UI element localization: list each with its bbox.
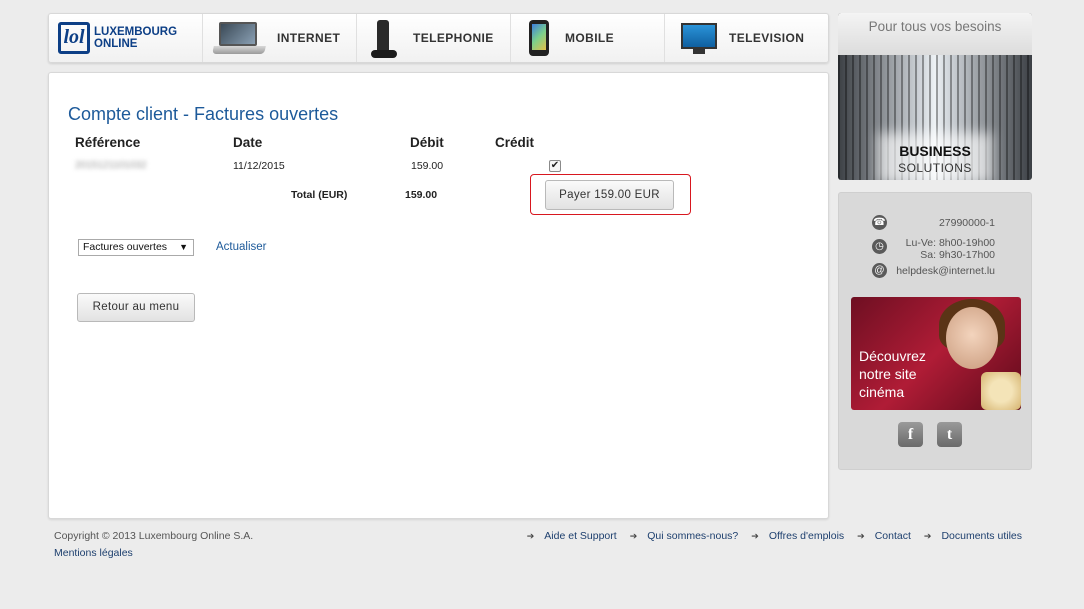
arrow-right-icon: ➔ bbox=[923, 531, 932, 541]
footer-legal-link[interactable]: Mentions légales bbox=[54, 547, 133, 559]
banner-title: BUSINESS bbox=[899, 143, 971, 159]
pay-button[interactable]: Payer 159.00 EUR bbox=[545, 180, 674, 210]
column-header-date: Date bbox=[233, 135, 263, 150]
nav-item-label: INTERNET bbox=[277, 31, 341, 45]
nav-item-label: MOBILE bbox=[565, 31, 615, 45]
invoice-filter-value: Factures ouvertes bbox=[83, 241, 168, 253]
footer-copyright: Copyright © 2013 Luxembourg Online S.A. bbox=[54, 530, 254, 542]
nav-item-television[interactable]: TELEVISION bbox=[665, 14, 828, 62]
facebook-icon[interactable]: f bbox=[898, 422, 923, 447]
contact-box: ☎ 27990000-1 ◷ Lu-Ve: 8h00-19h00 Sa: 9h3… bbox=[838, 192, 1032, 470]
arrow-right-icon: ➔ bbox=[857, 531, 865, 541]
nav-item-label: TELEVISION bbox=[729, 31, 805, 45]
total-label: Total (EUR) bbox=[291, 189, 348, 201]
dropdown-arrow-icon: ▼ bbox=[179, 242, 188, 252]
footer-link-label: Aide et Support bbox=[544, 530, 617, 542]
nav-item-internet[interactable]: INTERNET bbox=[203, 14, 357, 62]
luxembourg-online-logo[interactable]: lol LUXEMBOURG ONLINE bbox=[49, 14, 203, 62]
nav-item-label: TELEPHONIE bbox=[413, 31, 494, 45]
arrow-right-icon: ➔ bbox=[629, 531, 638, 541]
cinema-line2: notre site bbox=[859, 366, 917, 382]
arrow-right-icon: ➔ bbox=[526, 531, 535, 541]
logo-mark: lol bbox=[58, 22, 90, 54]
refresh-link[interactable]: Actualiser bbox=[216, 241, 267, 253]
at-sign-icon: @ bbox=[872, 263, 887, 278]
invoice-debit: 159.00 bbox=[411, 160, 444, 172]
business-solutions-banner[interactable]: Pour tous vos besoins BUSINESS SOLUTIONS bbox=[838, 13, 1032, 180]
total-value: 159.00 bbox=[405, 189, 438, 201]
invoice-select-checkbox[interactable]: ✔ bbox=[549, 160, 561, 172]
laptop-icon bbox=[212, 19, 267, 57]
mobile-icon bbox=[525, 19, 553, 57]
page-title: Compte client - Factures ouvertes bbox=[68, 104, 339, 124]
hours-saturday: Sa: 9h30-17h00 bbox=[920, 249, 995, 261]
banner-subtitle: SOLUTIONS bbox=[898, 161, 972, 175]
arrow-right-icon: ➔ bbox=[751, 531, 759, 541]
main-panel: Compte client - Factures ouvertes Référe… bbox=[48, 72, 829, 519]
logo-line2: ONLINE bbox=[94, 38, 138, 50]
footer-link-label: Documents utiles bbox=[941, 530, 1022, 542]
cinema-promo-text: Découvrez notre site cinéma bbox=[859, 347, 926, 401]
footer-link-label: Qui sommes-nous? bbox=[647, 530, 739, 542]
contact-hours: Lu-Ve: 8h00-19h00 Sa: 9h30-17h00 bbox=[906, 237, 995, 261]
back-to-menu-button[interactable]: Retour au menu bbox=[77, 293, 195, 322]
popcorn-icon bbox=[981, 372, 1021, 410]
woman-face bbox=[946, 307, 998, 369]
cinema-promo-banner[interactable]: Découvrez notre site cinéma bbox=[851, 297, 1021, 410]
cinema-line1: Découvrez bbox=[859, 348, 926, 364]
tv-icon bbox=[681, 20, 719, 56]
logo-line1: LUXEMBOURG bbox=[94, 26, 178, 38]
footer-link-contact[interactable]: ➔ Contact bbox=[857, 530, 911, 542]
clock-icon: ◷ bbox=[872, 239, 887, 254]
footer-link-support[interactable]: ➔ Aide et Support bbox=[527, 530, 617, 542]
invoice-reference: 2015121101032 bbox=[75, 160, 147, 171]
contact-email[interactable]: helpdesk@internet.lu bbox=[896, 265, 995, 277]
footer-link-jobs[interactable]: ➔ Offres d'emplois bbox=[751, 530, 844, 542]
footer-link-documents[interactable]: ➔ Documents utiles bbox=[924, 530, 1022, 542]
twitter-icon[interactable]: t bbox=[937, 422, 962, 447]
invoice-date: 11/12/2015 bbox=[233, 160, 285, 172]
nav-item-telephonie[interactable]: TELEPHONIE bbox=[357, 14, 511, 62]
nav-item-mobile[interactable]: MOBILE bbox=[511, 14, 665, 62]
banner-tagline: Pour tous vos besoins bbox=[868, 19, 1002, 34]
column-header-reference: Référence bbox=[75, 135, 141, 150]
invoice-filter-select[interactable]: Factures ouvertes ▼ bbox=[78, 239, 194, 256]
phone-icon: ☎ bbox=[872, 215, 887, 230]
footer-link-about[interactable]: ➔ Qui sommes-nous? bbox=[630, 530, 739, 542]
footer-link-label: Offres d'emplois bbox=[768, 530, 845, 542]
footer-links: ➔ Aide et Support ➔ Qui sommes-nous? ➔ Offr… bbox=[514, 530, 1022, 542]
column-header-debit: Débit bbox=[410, 135, 444, 150]
hours-weekdays: Lu-Ve: 8h00-19h00 bbox=[905, 237, 995, 249]
cinema-line3: cinéma bbox=[859, 384, 905, 400]
column-header-credit: Crédit bbox=[495, 135, 535, 150]
footer-link-label: Contact bbox=[874, 530, 911, 542]
contact-phone: 27990000-1 bbox=[938, 217, 995, 229]
phone-icon bbox=[369, 18, 401, 58]
logo-text: LUXEMBOURG ONLINE bbox=[94, 26, 177, 50]
top-navigation: lol LUXEMBOURG ONLINE INTERNET TELEPHONI… bbox=[48, 13, 829, 63]
